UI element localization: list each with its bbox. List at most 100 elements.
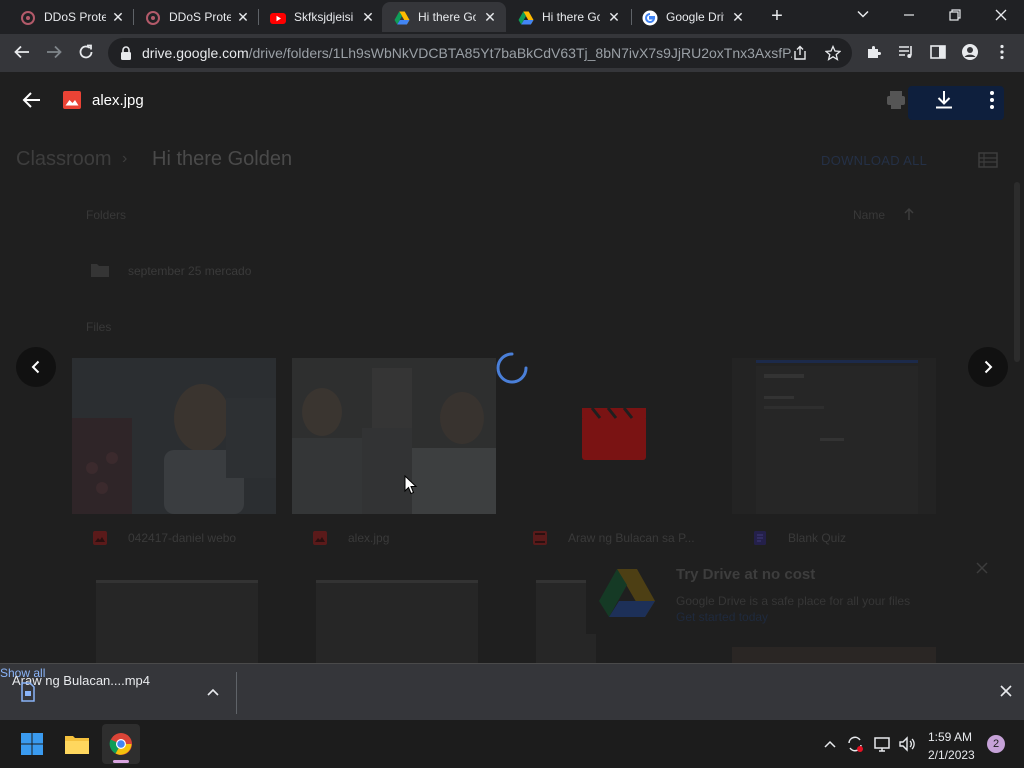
volume-icon[interactable]: [898, 735, 916, 753]
tab-ddos-1[interactable]: DDoS Prote ✕: [0, 2, 130, 32]
promo-text: Google Drive is a safe place for all you…: [676, 594, 911, 608]
screen: DDoS Prote ✕ DDoS Prote ✕ Skfksjdjeisi ✕…: [0, 0, 1024, 768]
folder-icon: [65, 736, 89, 754]
viewer-file-name: alex.jpg: [92, 92, 144, 109]
file-thumbnail[interactable]: [96, 580, 258, 663]
tab-drive-active[interactable]: Hi there Go ✕: [382, 2, 506, 32]
file-explorer-button[interactable]: [64, 732, 90, 756]
extensions-button[interactable]: [864, 43, 884, 63]
url-text[interactable]: drive.google.com/drive/folders/1Lh9sWbNk…: [142, 46, 792, 61]
image-icon: [93, 531, 107, 545]
tab-google-drive[interactable]: Google Driv ✕: [630, 2, 754, 32]
restore-icon: [949, 9, 961, 21]
chrome-icon: [109, 733, 132, 755]
ddos-icon: [146, 11, 160, 25]
close-tab-icon[interactable]: ✕: [360, 9, 376, 25]
page-scrollbar[interactable]: [1014, 182, 1020, 362]
start-button[interactable]: [20, 732, 44, 756]
sort-by-name[interactable]: Name: [853, 208, 885, 222]
tab-search-button[interactable]: [849, 4, 877, 28]
folder-icon: [91, 264, 109, 277]
tab-drive[interactable]: Hi there Go ✕: [506, 2, 630, 32]
list-view-icon[interactable]: [978, 152, 998, 168]
clock-date: 2/1/2023: [928, 748, 975, 762]
new-tab-button[interactable]: +: [767, 6, 787, 27]
media-queue-icon: [899, 46, 912, 58]
download-item[interactable]: Araw ng Bulacan....mp4: [12, 672, 237, 712]
windows-logo-icon: [21, 733, 43, 755]
close-tab-icon[interactable]: ✕: [482, 9, 498, 25]
share-icon[interactable]: [792, 45, 808, 61]
arrow-up-icon[interactable]: [903, 207, 915, 221]
breadcrumb-root[interactable]: Classroom: [16, 148, 112, 171]
close-icon[interactable]: [976, 562, 988, 574]
clock[interactable]: 1:59 AM 2/1/2023: [928, 728, 986, 762]
video-icon: [533, 531, 547, 545]
close-window-button[interactable]: [987, 4, 1015, 28]
back-button[interactable]: [12, 43, 32, 63]
viewer-header: alex.jpg: [0, 72, 1024, 128]
chevron-right-icon: [984, 360, 993, 374]
next-file-button[interactable]: [968, 347, 1008, 387]
close-tab-icon[interactable]: ✕: [730, 9, 746, 25]
close-tab-icon[interactable]: ✕: [110, 9, 126, 25]
url-host: drive.google.com: [142, 46, 249, 61]
tab-title: Google Driv: [666, 10, 724, 24]
reload-button[interactable]: [76, 43, 96, 63]
chrome-menu-button[interactable]: [992, 43, 1012, 63]
kebab-menu-icon: [1000, 44, 1004, 60]
file-thumbnail[interactable]: [732, 358, 936, 514]
sync-icon[interactable]: [846, 735, 864, 753]
breadcrumb-current[interactable]: Hi there Golden: [152, 148, 292, 171]
notification-badge[interactable]: 2: [987, 735, 1005, 753]
arrow-left-icon: [14, 45, 29, 59]
video-clapper-icon: [582, 408, 646, 460]
tab-strip: DDoS Prote ✕ DDoS Prote ✕ Skfksjdjeisi ✕…: [0, 0, 1024, 34]
side-panel-button[interactable]: [928, 43, 948, 63]
tab-youtube[interactable]: Skfksjdjeisi ✕: [250, 2, 380, 32]
file-thumbnail[interactable]: [292, 358, 496, 514]
file-thumbnail[interactable]: [732, 647, 936, 663]
close-tab-icon[interactable]: ✕: [235, 9, 251, 25]
bookmark-star-icon[interactable]: [825, 45, 841, 61]
address-bar[interactable]: drive.google.com/drive/folders/1Lh9sWbNk…: [108, 38, 852, 68]
download-button[interactable]: [932, 88, 956, 112]
tab-title: Skfksjdjeisi: [294, 10, 354, 24]
chevron-up-icon[interactable]: [206, 686, 220, 698]
file-thumbnail[interactable]: [512, 358, 716, 514]
clock-time: 1:59 AM: [928, 730, 973, 744]
active-app-indicator: [113, 760, 129, 763]
form-preview-image: [756, 360, 918, 514]
folders-heading: Folders: [86, 208, 127, 222]
close-tab-icon[interactable]: ✕: [606, 9, 622, 25]
file-name[interactable]: Blank Quiz: [788, 531, 846, 545]
forward-button[interactable]: [44, 43, 64, 63]
folder-name[interactable]: september 25 mercado: [128, 264, 251, 278]
promo-link[interactable]: Get started today: [676, 610, 768, 624]
tab-ddos-2[interactable]: DDoS Prote ✕: [125, 2, 255, 32]
photo-thumbnail-image: [72, 358, 276, 514]
kebab-menu-icon: [990, 91, 994, 109]
viewer-back-button[interactable]: [20, 88, 44, 112]
file-name[interactable]: Araw ng Bulacan sa P...: [568, 531, 695, 545]
download-all-button[interactable]: DOWNLOAD ALL: [821, 153, 927, 168]
file-name[interactable]: alex.jpg: [348, 531, 389, 545]
restore-button[interactable]: [941, 4, 969, 28]
lock-icon[interactable]: [118, 45, 134, 61]
minimize-button[interactable]: [895, 4, 923, 28]
network-icon[interactable]: [873, 735, 891, 753]
file-name[interactable]: 042417-daniel webo: [128, 531, 236, 545]
forms-icon: [754, 531, 766, 545]
file-thumbnail[interactable]: [316, 580, 478, 663]
profile-button[interactable]: [960, 43, 980, 63]
chrome-taskbar-button[interactable]: [102, 724, 140, 764]
close-icon[interactable]: [1000, 685, 1012, 697]
file-thumbnail[interactable]: [72, 358, 276, 514]
media-control-button[interactable]: [896, 43, 916, 63]
chevron-up-icon[interactable]: [823, 738, 837, 750]
print-button[interactable]: [884, 88, 908, 112]
viewer-more-button[interactable]: [980, 88, 1004, 112]
promo-card: Try Drive at no cost Google Drive is a s…: [586, 554, 998, 634]
youtube-icon: [270, 13, 286, 24]
previous-file-button[interactable]: [16, 347, 56, 387]
